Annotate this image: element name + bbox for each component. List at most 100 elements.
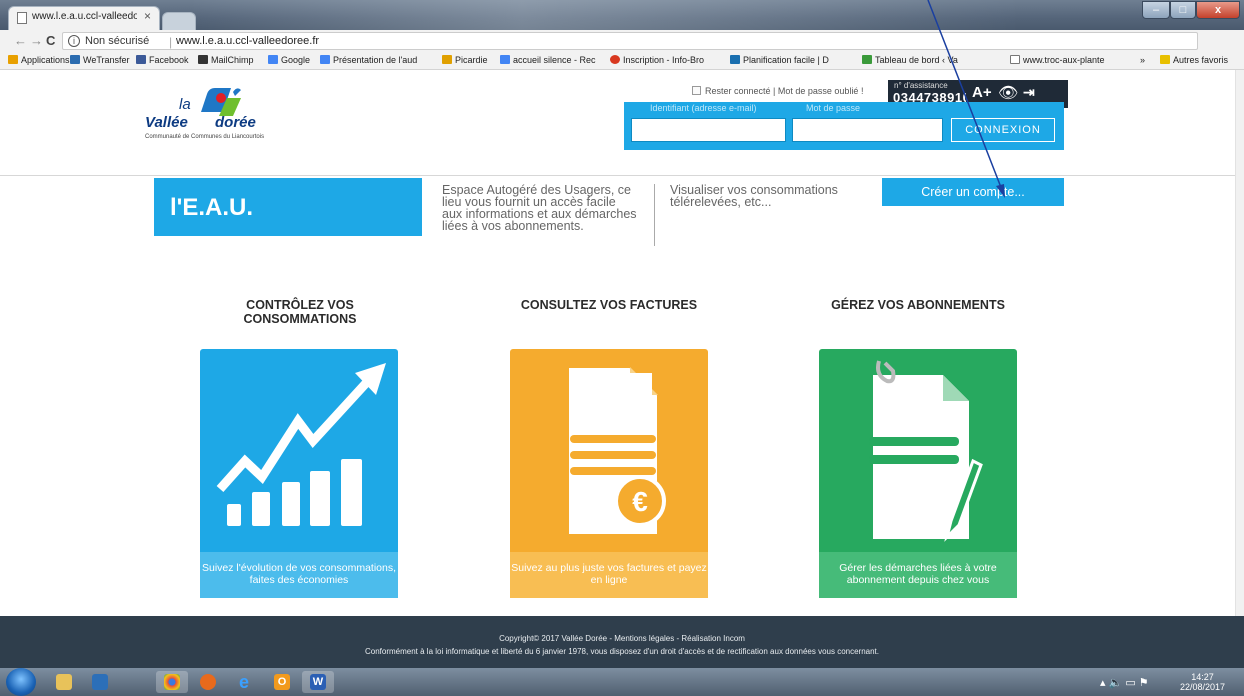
- bookmark-item[interactable]: Picardie: [442, 55, 488, 65]
- bookmark-label: WeTransfer: [83, 55, 130, 65]
- card-caption: Suivez au plus juste vos factures et pay…: [510, 552, 708, 598]
- bookmark-item[interactable]: Inscription - Info-Bro: [610, 55, 704, 65]
- site-logo[interactable]: la Vallée dorée Communauté de Communes d…: [145, 82, 285, 144]
- bookmark-item[interactable]: WeTransfer: [70, 55, 130, 65]
- subscriptions-card[interactable]: Gérer les démarches liées à votre abonne…: [819, 349, 1017, 598]
- doodle-icon: [730, 55, 740, 64]
- assistance-label: n° d'assistance: [894, 81, 948, 90]
- taskbar-ie[interactable]: e: [228, 671, 260, 693]
- taskbar-chrome[interactable]: [156, 671, 188, 693]
- bookmark-folder[interactable]: Autres favoris: [1160, 55, 1228, 65]
- bookmark-item[interactable]: www.troc-aux-plante: [1010, 55, 1105, 65]
- bookmark-item[interactable]: Facebook: [136, 55, 189, 65]
- footer-copyright[interactable]: Copyright© 2017 Vallée Dorée - Mentions …: [0, 634, 1244, 643]
- word-icon: W: [310, 674, 326, 690]
- consumption-card[interactable]: Suivez l'évolution de vos consommations,…: [200, 349, 398, 598]
- clock-time: 14:27: [1191, 672, 1214, 682]
- bookmark-item[interactable]: Planification facile | D: [730, 55, 829, 65]
- google-icon: [500, 55, 510, 64]
- intro-description: Espace Autogéré des Usagers, ce lieu vou…: [442, 183, 637, 233]
- wetransfer-icon: [70, 55, 80, 64]
- reload-icon[interactable]: C: [46, 33, 55, 48]
- increase-text-button[interactable]: A+: [972, 84, 992, 101]
- page-icon: [17, 12, 27, 24]
- bookmark-label: Présentation de l'aud: [333, 55, 418, 65]
- footer-legal: Conformément à la loi informatique et li…: [364, 647, 880, 656]
- url-text[interactable]: www.l.e.a.u.ccl-valleedoree.fr: [176, 35, 319, 47]
- password-label: Mot de passe: [806, 103, 861, 113]
- tab-close-icon[interactable]: ×: [144, 9, 151, 23]
- bookmark-item[interactable]: Présentation de l'aud: [320, 55, 417, 65]
- logo-vallee: Vallée: [145, 114, 188, 131]
- divider: [0, 175, 1235, 176]
- more-bookmarks-button[interactable]: »: [1140, 55, 1145, 65]
- folder-icon: [1160, 55, 1170, 64]
- start-button[interactable]: [6, 668, 36, 696]
- tab-title: www.l.e.a.u.ccl-valleedor: [32, 11, 137, 22]
- new-tab-button[interactable]: [162, 12, 196, 30]
- bookmark-label: Inscription - Info-Bro: [623, 55, 705, 65]
- chrome-icon: [164, 674, 180, 690]
- email-field[interactable]: [631, 118, 786, 142]
- maximize-button[interactable]: □: [1170, 1, 1196, 19]
- column-title: GÉREZ VOS ABONNEMENTS: [831, 298, 1005, 312]
- bookmark-item[interactable]: MailChimp: [198, 55, 254, 65]
- password-field[interactable]: [792, 118, 943, 142]
- remember-checkbox[interactable]: [692, 86, 701, 95]
- bookmark-label: Picardie: [455, 55, 488, 65]
- logo-la: la: [179, 96, 191, 113]
- bookmark-label: www.troc-aux-plante: [1023, 55, 1105, 65]
- mailchimp-icon: [198, 55, 208, 64]
- bookmark-item[interactable]: Tableau de bord ‹ Va: [862, 55, 958, 65]
- forgot-password-link[interactable]: Mot de passe oublié !: [778, 86, 864, 96]
- info-bro-icon: [610, 55, 620, 64]
- taskbar-firefox[interactable]: [192, 671, 224, 693]
- eye-icon[interactable]: 👁: [998, 83, 1018, 103]
- bookmark-item[interactable]: accueil silence - Rec: [500, 55, 596, 65]
- bookmark-label: Planification facile | D: [743, 55, 829, 65]
- address-bar[interactable]: i Non sécurisé | www.l.e.a.u.ccl-valleed…: [62, 32, 1198, 50]
- remember-label[interactable]: Rester connecté: [705, 86, 771, 96]
- bookmark-label: Google: [281, 55, 311, 65]
- minimize-button[interactable]: –: [1142, 1, 1170, 19]
- create-account-button[interactable]: Créer un compte...: [882, 178, 1064, 206]
- browser-toolbar: ← → C i Non sécurisé | www.l.e.a.u.ccl-v…: [0, 30, 1244, 79]
- bookmark-item[interactable]: Google: [268, 55, 310, 65]
- clock[interactable]: 14:27 22/08/2017: [1180, 672, 1225, 692]
- forward-arrow-icon[interactable]: →: [30, 33, 43, 48]
- intro-visualise-text: Visualiser vos consommations télérelevée…: [670, 183, 838, 209]
- growth-chart-icon: [216, 363, 386, 526]
- bookmark-item[interactable]: Applications: [8, 55, 70, 65]
- bookmark-label: Facebook: [149, 55, 189, 65]
- remember-row: Rester connecté | Mot de passe oublié !: [692, 86, 863, 96]
- email-label: Identifiant (adresse e-mail): [650, 103, 757, 113]
- document-pen-icon: [869, 360, 983, 542]
- info-icon[interactable]: i: [68, 35, 80, 47]
- page-scrollbar[interactable]: [1235, 70, 1244, 616]
- bookmark-label: Applications: [21, 55, 70, 65]
- taskbar-explorer[interactable]: [48, 671, 80, 693]
- separator: |: [169, 35, 173, 49]
- vertical-divider: [654, 184, 655, 246]
- svg-text:€: €: [632, 486, 648, 517]
- back-arrow-icon[interactable]: ←: [14, 33, 27, 48]
- taskbar-outlook[interactable]: O: [266, 671, 298, 693]
- login-arrow-icon[interactable]: ⇥: [1023, 84, 1035, 101]
- clock-date: 22/08/2017: [1180, 682, 1226, 692]
- browser-tab[interactable]: www.l.e.a.u.ccl-valleedor ×: [8, 6, 160, 30]
- security-label[interactable]: Non sécurisé: [85, 35, 149, 47]
- close-window-button[interactable]: x: [1196, 1, 1240, 19]
- page-icon: [1010, 55, 1020, 64]
- column-title: CONSULTEZ VOS FACTURES: [520, 298, 698, 312]
- google-icon: [268, 55, 278, 64]
- column-title: CONTRÔLEZ VOS CONSOMMATIONS: [243, 298, 357, 326]
- taskbar-word[interactable]: W: [302, 671, 334, 693]
- page-title: l'E.A.U.: [170, 194, 254, 221]
- system-tray[interactable]: ▴ 🔈 ▭ ⚑: [1100, 676, 1149, 689]
- taskbar-media[interactable]: [84, 671, 116, 693]
- bookmark-label: accueil silence - Rec: [513, 55, 596, 65]
- login-button[interactable]: CONNEXION: [951, 118, 1055, 142]
- logo-doree: dorée: [215, 114, 256, 131]
- invoices-card[interactable]: € Suivez au plus juste vos factures et p…: [510, 349, 708, 598]
- bookmark-label: Tableau de bord ‹ Va: [875, 55, 958, 65]
